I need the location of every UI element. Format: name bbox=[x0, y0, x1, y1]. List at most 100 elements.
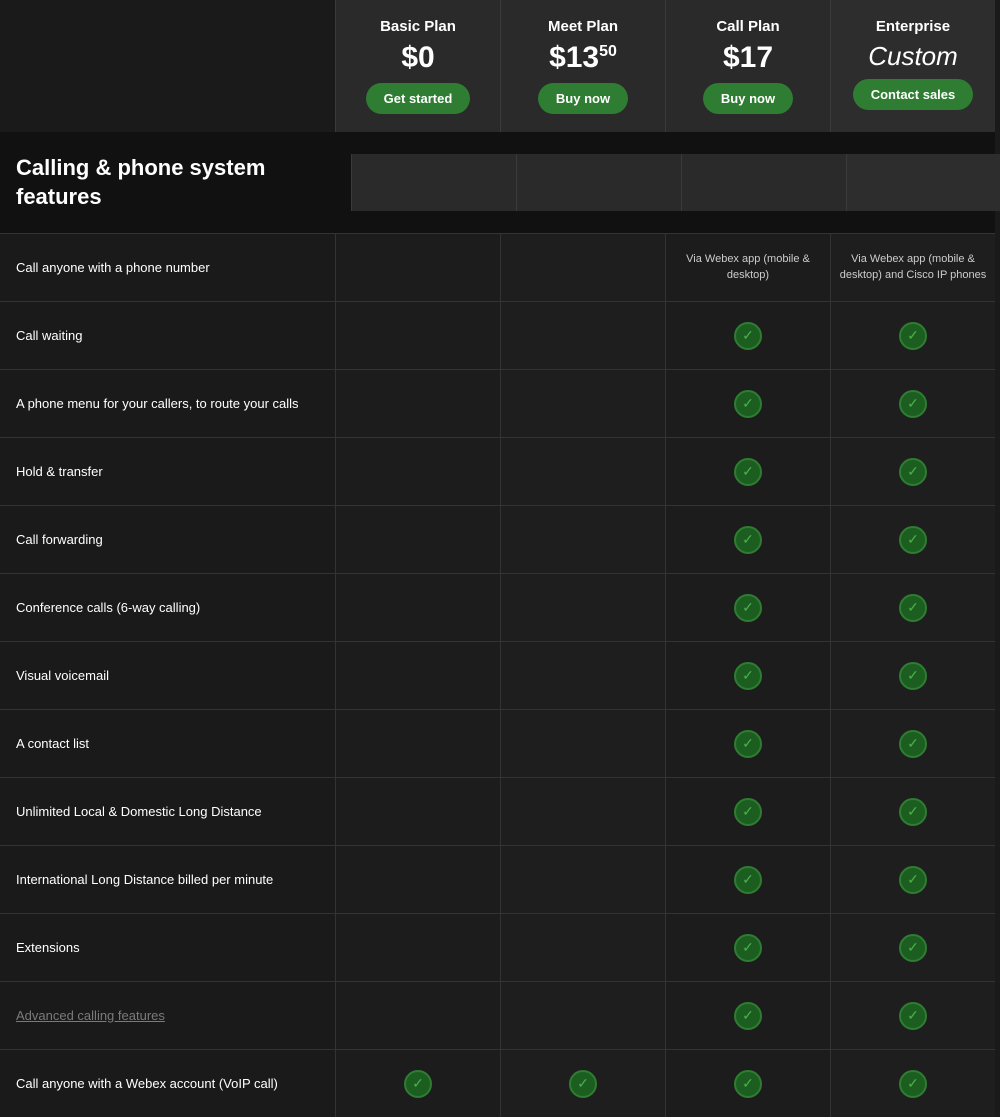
feature-cell-meet-12: ✓ bbox=[500, 1050, 665, 1117]
check-icon: ✓ bbox=[734, 934, 762, 962]
check-icon: ✓ bbox=[899, 1002, 927, 1030]
feature-row-5: Conference calls (6-way calling)✓✓ bbox=[0, 573, 995, 641]
plan-header-meet: Meet Plan $1350 Buy now bbox=[500, 0, 665, 132]
basic-cta-button[interactable]: Get started bbox=[366, 83, 471, 114]
feature-cell-call-1: ✓ bbox=[665, 302, 830, 369]
check-icon: ✓ bbox=[734, 526, 762, 554]
feature-cell-meet-3 bbox=[500, 438, 665, 505]
section-col-basic bbox=[351, 154, 516, 211]
feature-cell-meet-4 bbox=[500, 506, 665, 573]
feature-text-enterprise-0: Via Webex app (mobile & desktop) and Cis… bbox=[839, 252, 987, 283]
plan-name-basic: Basic Plan bbox=[348, 18, 488, 35]
feature-cell-call-10: ✓ bbox=[665, 914, 830, 981]
feature-cell-basic-1 bbox=[335, 302, 500, 369]
check-icon: ✓ bbox=[404, 1070, 432, 1098]
feature-cell-basic-7 bbox=[335, 710, 500, 777]
check-icon: ✓ bbox=[899, 526, 927, 554]
plan-name-meet: Meet Plan bbox=[513, 18, 653, 35]
check-icon: ✓ bbox=[734, 390, 762, 418]
feature-cell-enterprise-7: ✓ bbox=[830, 710, 995, 777]
feature-label-3: Hold & transfer bbox=[0, 438, 335, 505]
check-icon: ✓ bbox=[734, 1002, 762, 1030]
feature-row-7: A contact list✓✓ bbox=[0, 709, 995, 777]
feature-row-10: Extensions ✓ ✓ bbox=[0, 913, 995, 981]
check-icon: ✓ bbox=[899, 934, 927, 962]
feature-cell-basic-4 bbox=[335, 506, 500, 573]
feature-label-4: Call forwarding bbox=[0, 506, 335, 573]
feature-cell-call-0: Via Webex app (mobile & desktop) bbox=[665, 234, 830, 301]
feature-cell-basic-5 bbox=[335, 574, 500, 641]
plan-name-call: Call Plan bbox=[678, 18, 818, 35]
feature-label-10: Extensions bbox=[0, 914, 335, 981]
feature-cell-call-11: ✓ bbox=[665, 982, 830, 1049]
check-icon: ✓ bbox=[899, 1070, 927, 1098]
feature-cell-basic-2 bbox=[335, 370, 500, 437]
feature-label-0: Call anyone with a phone number bbox=[0, 234, 335, 301]
section-col-meet bbox=[516, 154, 681, 211]
feature-cell-call-9: ✓ bbox=[665, 846, 830, 913]
feature-label-1: Call waiting bbox=[0, 302, 335, 369]
check-icon: ✓ bbox=[899, 390, 927, 418]
plan-header-call: Call Plan $17 Buy now bbox=[665, 0, 830, 132]
feature-label-8: Unlimited Local & Domestic Long Distance bbox=[0, 778, 335, 845]
plan-price-enterprise: Custom bbox=[843, 43, 983, 69]
section-col-call bbox=[681, 154, 846, 211]
feature-cell-basic-12: ✓ bbox=[335, 1050, 500, 1117]
plan-price-call: $17 bbox=[678, 43, 818, 73]
feature-cell-basic-9 bbox=[335, 846, 500, 913]
feature-cell-basic-10 bbox=[335, 914, 500, 981]
feature-cell-meet-7 bbox=[500, 710, 665, 777]
feature-row-2: A phone menu for your callers, to route … bbox=[0, 369, 995, 437]
feature-cell-meet-2 bbox=[500, 370, 665, 437]
feature-cell-enterprise-11: ✓ bbox=[830, 982, 995, 1049]
feature-cell-call-8: ✓ bbox=[665, 778, 830, 845]
feature-label-12: Call anyone with a Webex account (VoIP c… bbox=[0, 1050, 335, 1117]
feature-cell-basic-3 bbox=[335, 438, 500, 505]
check-icon: ✓ bbox=[734, 594, 762, 622]
feature-label-2: A phone menu for your callers, to route … bbox=[0, 370, 335, 437]
feature-cell-meet-8 bbox=[500, 778, 665, 845]
feature-cell-enterprise-2: ✓ bbox=[830, 370, 995, 437]
feature-cell-call-12: ✓ bbox=[665, 1050, 830, 1117]
feature-cell-call-2: ✓ bbox=[665, 370, 830, 437]
feature-cell-enterprise-3: ✓ bbox=[830, 438, 995, 505]
section-header: Calling & phone system features bbox=[0, 132, 995, 233]
plan-header-basic: Basic Plan $0 Get started bbox=[335, 0, 500, 132]
header-spacer bbox=[0, 0, 335, 132]
feature-row-6: Visual voicemail✓✓ bbox=[0, 641, 995, 709]
feature-cell-enterprise-1: ✓ bbox=[830, 302, 995, 369]
section-title: Calling & phone system features bbox=[16, 154, 351, 211]
feature-cell-enterprise-8: ✓ bbox=[830, 778, 995, 845]
feature-cell-call-5: ✓ bbox=[665, 574, 830, 641]
check-icon: ✓ bbox=[899, 594, 927, 622]
feature-text-call-0: Via Webex app (mobile & desktop) bbox=[674, 252, 822, 283]
check-icon: ✓ bbox=[734, 730, 762, 758]
feature-row-1: Call waiting ✓ ✓ bbox=[0, 301, 995, 369]
feature-cell-meet-0 bbox=[500, 234, 665, 301]
call-cta-button[interactable]: Buy now bbox=[703, 83, 793, 114]
check-icon: ✓ bbox=[899, 322, 927, 350]
feature-label-9: International Long Distance billed per m… bbox=[0, 846, 335, 913]
feature-cell-meet-11 bbox=[500, 982, 665, 1049]
check-icon: ✓ bbox=[734, 322, 762, 350]
section-col-enterprise bbox=[846, 154, 1000, 211]
check-icon: ✓ bbox=[734, 866, 762, 894]
feature-cell-basic-0 bbox=[335, 234, 500, 301]
feature-cell-call-6: ✓ bbox=[665, 642, 830, 709]
feature-row-8: Unlimited Local & Domestic Long Distance… bbox=[0, 777, 995, 845]
enterprise-cta-button[interactable]: Contact sales bbox=[853, 79, 974, 110]
feature-label-11[interactable]: Advanced calling features bbox=[0, 982, 335, 1049]
check-icon: ✓ bbox=[734, 1070, 762, 1098]
check-icon: ✓ bbox=[734, 458, 762, 486]
check-icon: ✓ bbox=[899, 662, 927, 690]
feature-cell-meet-1 bbox=[500, 302, 665, 369]
feature-cell-meet-10 bbox=[500, 914, 665, 981]
feature-cell-meet-6 bbox=[500, 642, 665, 709]
feature-cell-basic-6 bbox=[335, 642, 500, 709]
plan-name-enterprise: Enterprise bbox=[843, 18, 983, 35]
feature-row-3: Hold & transfer ✓ ✓ bbox=[0, 437, 995, 505]
feature-cell-meet-5 bbox=[500, 574, 665, 641]
feature-row-9: International Long Distance billed per m… bbox=[0, 845, 995, 913]
meet-cta-button[interactable]: Buy now bbox=[538, 83, 628, 114]
check-icon: ✓ bbox=[899, 798, 927, 826]
